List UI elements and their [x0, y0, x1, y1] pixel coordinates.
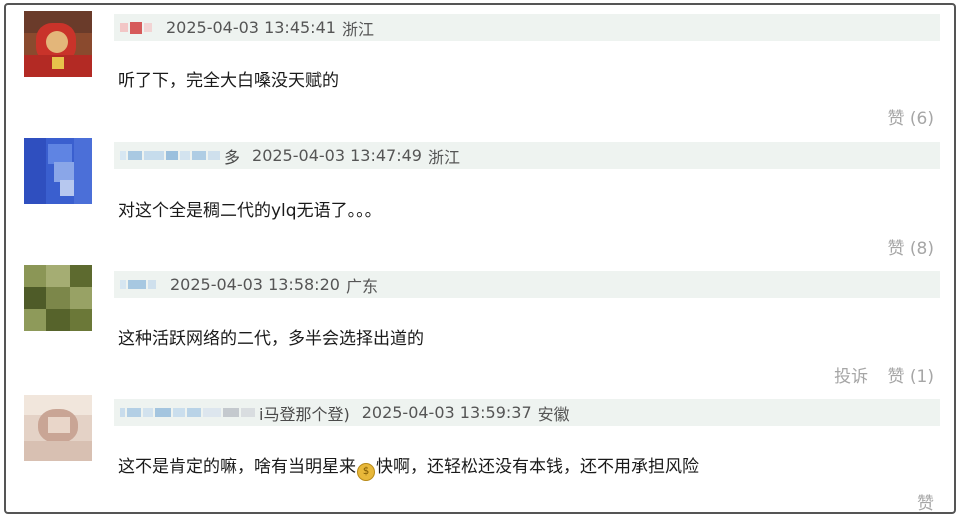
username[interactable]: 多 [114, 142, 240, 169]
like-button[interactable]: 赞 (6) [888, 109, 934, 129]
like-button[interactable]: 赞 (1) [888, 367, 934, 387]
comment-text: 听了下，完全大白嗓没天赋的 [118, 71, 339, 91]
avatar[interactable] [24, 395, 92, 461]
comment-list: 2025-04-03 13:45:41 浙江 听了下，完全大白嗓没天赋的 赞 (… [4, 3, 956, 514]
comment-timestamp: 2025-04-03 13:58:20 [170, 275, 340, 294]
comment-text: 这种活跃网络的二代，多半会选择出道的 [118, 329, 424, 349]
comment-actions: 赞 (8) [888, 234, 934, 259]
comment-text: 对这个全是稠二代的ylq无语了。。。 [118, 201, 382, 221]
comment-location: 广东 [345, 276, 378, 296]
avatar[interactable] [24, 265, 92, 331]
comment-text-part: 快啊，还轻松还没有本钱，还不用承担风险 [376, 457, 699, 477]
username[interactable] [114, 271, 158, 298]
comment-timestamp: 2025-04-03 13:59:37 [361, 403, 532, 422]
comment-location: 安徽 [537, 404, 570, 424]
like-button[interactable]: 赞 (8) [888, 239, 934, 259]
comment-actions: 赞 (6) [888, 104, 934, 129]
username-text: i马登那个登) [259, 404, 350, 424]
username[interactable] [114, 14, 154, 41]
username-text: 多 [224, 147, 241, 167]
comment-location: 浙江 [341, 19, 374, 39]
comment-text-part: 这不是肯定的嘛，啥有当明星来 [118, 457, 356, 477]
comment-meta: i马登那个登) 2025-04-03 13:59:37 安徽 [114, 399, 940, 426]
comment-location: 浙江 [427, 147, 460, 167]
report-button[interactable]: 投诉 [834, 367, 868, 387]
avatar[interactable] [24, 138, 92, 204]
comment-text: 这不是肯定的嘛，啥有当明星来 $ 快啊，还轻松还没有本钱，还不用承担风险 [118, 452, 699, 481]
avatar[interactable] [24, 11, 92, 77]
comment-timestamp: 2025-04-03 13:47:49 [252, 146, 422, 165]
comment-meta: 多 2025-04-03 13:47:49 浙江 [114, 142, 940, 169]
comment-actions: 投诉 赞 (1) [834, 362, 934, 387]
comment-meta: 2025-04-03 13:45:41 浙江 [114, 14, 940, 41]
comment-meta: 2025-04-03 13:58:20 广东 [114, 271, 940, 298]
comment-actions: 赞 [917, 489, 934, 512]
like-button[interactable]: 赞 [917, 494, 934, 512]
comment-timestamp: 2025-04-03 13:45:41 [166, 18, 336, 37]
username[interactable]: i马登那个登) [114, 399, 350, 426]
money-bag-icon: $ [357, 463, 375, 481]
